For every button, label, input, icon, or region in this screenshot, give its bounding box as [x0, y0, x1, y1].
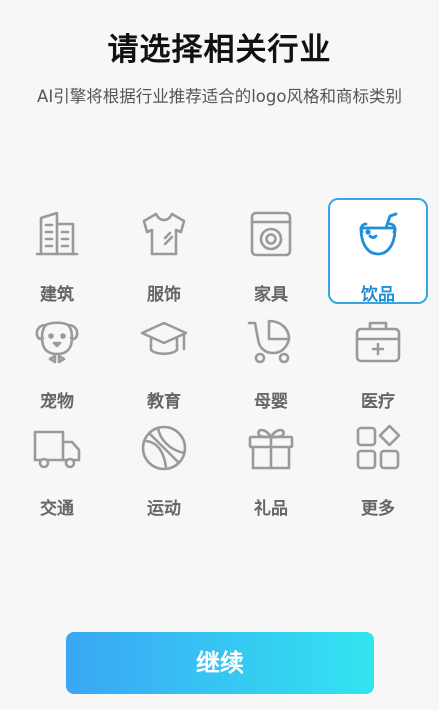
more-grid-icon — [352, 422, 404, 474]
basketball-icon — [138, 422, 190, 474]
industry-label: 教育 — [147, 392, 181, 412]
industry-item-transport[interactable]: 交通 — [7, 412, 107, 519]
industry-label: 更多 — [361, 499, 395, 519]
industry-item-clothing[interactable]: 服饰 — [114, 198, 214, 305]
industry-label: 母婴 — [254, 392, 288, 412]
industry-label: 饮品 — [361, 285, 395, 305]
page-subtitle: AI引擎将根据行业推荐适合的logo风格和商标类别 — [37, 87, 402, 106]
industry-label: 服饰 — [147, 285, 181, 305]
dog-icon — [31, 315, 83, 367]
drink-cup-icon — [352, 208, 404, 260]
truck-icon — [31, 422, 83, 474]
industry-label: 运动 — [147, 499, 181, 519]
graduation-cap-icon — [138, 315, 190, 367]
industry-grid: 建筑 服饰 家具 饮品 宠物 教育 母婴 医疗 交通 运动 礼品 更多 — [0, 198, 439, 519]
industry-item-medical[interactable]: 医疗 — [328, 305, 428, 412]
industry-label: 宠物 — [40, 392, 74, 412]
industry-label: 礼品 — [254, 499, 288, 519]
industry-item-building[interactable]: 建筑 — [7, 198, 107, 305]
industry-item-pets[interactable]: 宠物 — [7, 305, 107, 412]
gift-icon — [245, 422, 297, 474]
industry-item-more[interactable]: 更多 — [328, 412, 428, 519]
industry-item-education[interactable]: 教育 — [114, 305, 214, 412]
industry-label: 交通 — [40, 499, 74, 519]
baby-stroller-icon — [245, 315, 297, 367]
industry-item-maternal-baby[interactable]: 母婴 — [221, 305, 321, 412]
industry-label: 医疗 — [361, 392, 395, 412]
page-title: 请选择相关行业 — [107, 32, 332, 68]
industry-item-furniture[interactable]: 家具 — [221, 198, 321, 305]
medical-kit-icon — [352, 315, 404, 367]
industry-item-sports[interactable]: 运动 — [114, 412, 214, 519]
tshirt-icon — [138, 208, 190, 260]
continue-button[interactable]: 继续 — [66, 632, 374, 694]
industry-item-drinks[interactable]: 饮品 — [328, 198, 428, 305]
industry-label: 家具 — [254, 285, 288, 305]
industry-label: 建筑 — [40, 285, 74, 305]
industry-item-gifts[interactable]: 礼品 — [221, 412, 321, 519]
washing-machine-icon — [245, 208, 297, 260]
building-icon — [31, 208, 83, 260]
